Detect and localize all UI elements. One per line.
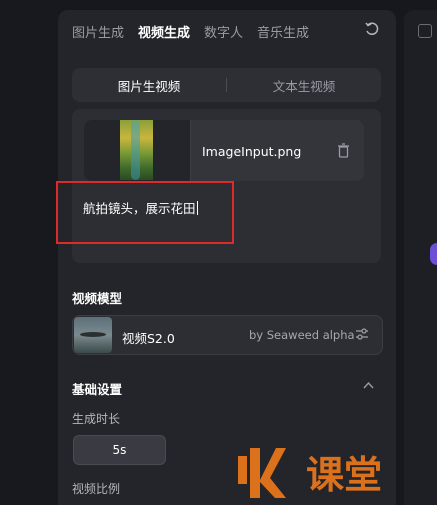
- basic-settings-label: 基础设置: [72, 382, 123, 397]
- chevron-up-icon[interactable]: [363, 381, 374, 389]
- image-thumbnail[interactable]: [120, 120, 153, 180]
- watermark-text: 课堂: [306, 453, 382, 497]
- uploaded-filename: ImageInput.png: [202, 144, 302, 159]
- watermark-logo: 课堂: [238, 448, 382, 498]
- model-name: 视频S2.0: [122, 331, 175, 346]
- tab-digital-human[interactable]: 数字人: [204, 22, 243, 41]
- mode-text-to-video[interactable]: 文本生视频: [227, 76, 381, 95]
- model-provider: by Seaweed alpha: [249, 328, 355, 342]
- tab-image-generation[interactable]: 图片生成: [72, 22, 124, 41]
- accent-handle[interactable]: [430, 243, 437, 265]
- highlight-box: [56, 181, 234, 244]
- refresh-icon[interactable]: [365, 22, 379, 38]
- generation-tabs: 图片生成 视频生成 数字人 音乐生成: [72, 22, 309, 41]
- model-section-label: 视频模型: [72, 291, 123, 306]
- duration-label: 生成时长: [72, 412, 121, 426]
- ratio-label: 视频比例: [72, 482, 121, 496]
- model-thumbnail: [74, 317, 112, 353]
- mode-switch: 图片生视频 文本生视频: [72, 68, 381, 102]
- mode-image-to-video[interactable]: 图片生视频: [72, 76, 226, 95]
- duration-option-5s[interactable]: 5s: [73, 435, 166, 465]
- tab-video-generation[interactable]: 视频生成: [138, 22, 190, 41]
- settings-sliders-icon[interactable]: [355, 327, 369, 341]
- tab-music-generation[interactable]: 音乐生成: [257, 22, 309, 41]
- trash-icon[interactable]: [337, 143, 350, 158]
- left-background: [0, 0, 58, 505]
- select-checkbox[interactable]: [418, 24, 432, 38]
